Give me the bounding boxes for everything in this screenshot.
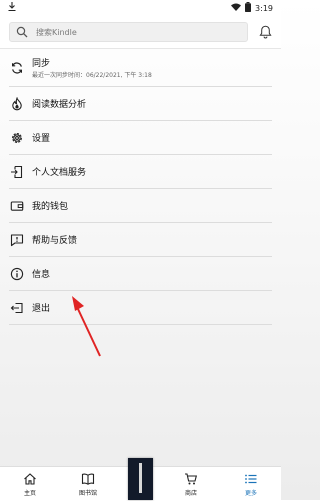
tab-store-label: 商店 — [184, 489, 197, 497]
sign-out-label: 退出 — [32, 304, 51, 314]
menu-item-personal-docs[interactable]: 个人文档服务 — [9, 155, 272, 189]
search-icon — [16, 26, 28, 38]
list-menu-icon — [245, 474, 257, 483]
tab-more[interactable]: 更多 — [223, 467, 279, 501]
top-bar: 搜索Kindle — [0, 16, 281, 49]
home-icon — [24, 472, 36, 485]
search-placeholder: 搜索Kindle — [36, 27, 77, 37]
menu-item-settings[interactable]: 设置 — [9, 121, 272, 155]
tab-home[interactable]: 主页 — [2, 467, 58, 501]
current-book-cover[interactable] — [128, 458, 153, 500]
personal-docs-label: 个人文档服务 — [32, 168, 87, 178]
notification-bell-icon[interactable] — [259, 25, 272, 39]
menu-item-reading-insights[interactable]: 阅读数据分析 — [9, 87, 272, 121]
more-menu-list: 同步 最近一次同步时间：06/22/2021, 下午 3:18 阅读数据分析 设… — [0, 49, 281, 325]
search-input[interactable]: 搜索Kindle — [9, 22, 248, 42]
menu-item-sync[interactable]: 同步 最近一次同步时间：06/22/2021, 下午 3:18 — [9, 49, 272, 87]
menu-item-help[interactable]: 帮助与反馈 — [9, 223, 272, 257]
document-import-icon — [11, 165, 23, 178]
flame-icon — [12, 96, 22, 110]
settings-label: 设置 — [32, 134, 51, 144]
tab-more-label: 更多 — [244, 489, 257, 497]
book-icon — [81, 473, 95, 485]
sync-label: 同步 — [32, 59, 51, 69]
wallet-label: 我的钱包 — [32, 202, 69, 212]
gear-icon — [12, 132, 22, 143]
tab-library-label: 图书馆 — [78, 489, 97, 497]
menu-item-info[interactable]: 信息 — [9, 257, 272, 291]
menu-item-wallet[interactable]: 我的钱包 — [9, 189, 272, 223]
last-sync-time: 最近一次同步时间：06/22/2021, 下午 3:18 — [32, 72, 152, 79]
status-bar: 3:19 — [0, 0, 281, 16]
battery-icon — [245, 2, 252, 14]
sync-icon — [12, 61, 22, 74]
info-label: 信息 — [32, 270, 51, 280]
reading-insights-label: 阅读数据分析 — [32, 100, 87, 110]
tab-store[interactable]: 商店 — [163, 467, 219, 501]
feedback-icon — [10, 233, 24, 246]
wifi-icon — [231, 3, 242, 13]
info-icon — [10, 267, 24, 280]
status-time: 3:19 — [255, 3, 273, 13]
tab-library[interactable]: 图书馆 — [60, 467, 116, 501]
download-icon — [8, 2, 16, 13]
cart-icon — [185, 472, 198, 484]
book-cover-spine-mark — [139, 463, 142, 493]
sign-out-icon — [10, 302, 23, 313]
help-label: 帮助与反馈 — [32, 236, 78, 246]
tab-home-label: 主页 — [23, 489, 36, 497]
wallet-icon — [10, 200, 24, 211]
menu-item-sign-out[interactable]: 退出 — [9, 291, 272, 325]
